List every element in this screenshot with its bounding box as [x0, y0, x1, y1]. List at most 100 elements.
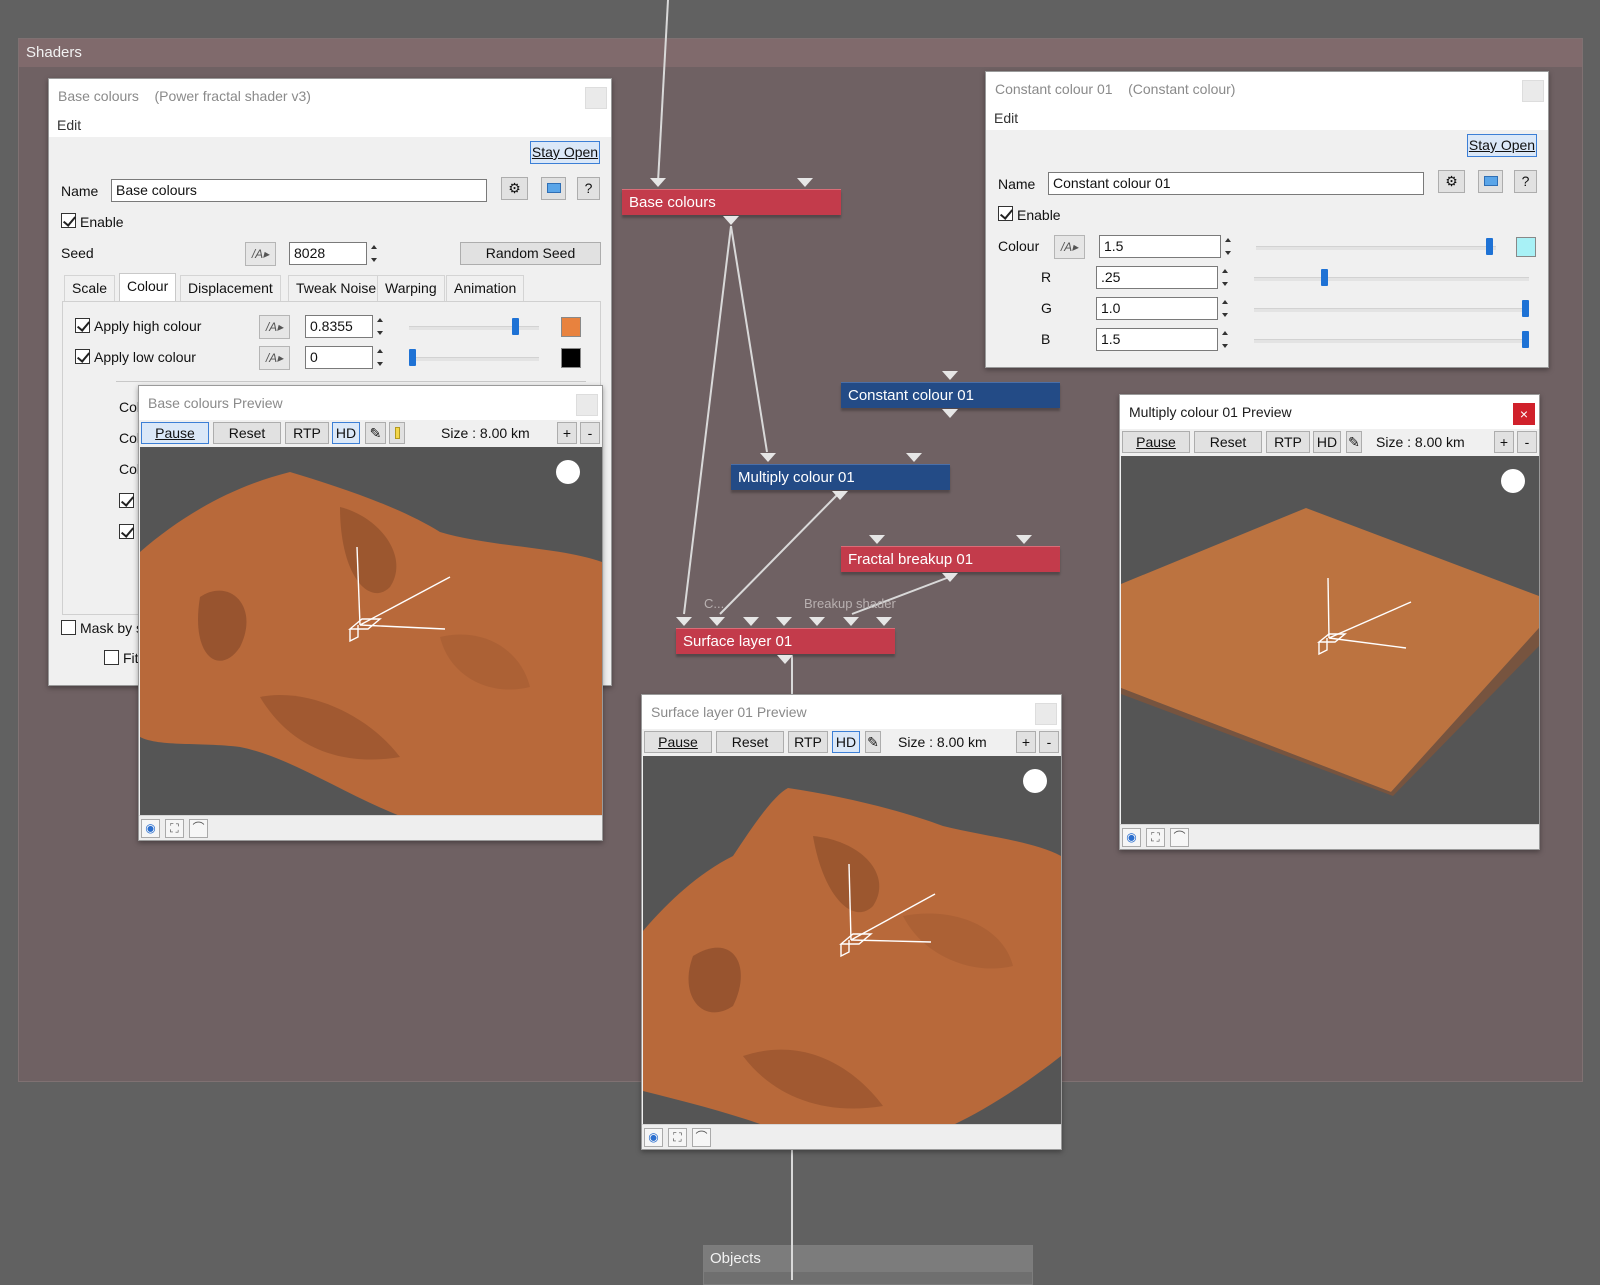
curve-icon[interactable]: ⌒	[189, 819, 208, 838]
fit-checkbox[interactable]	[104, 650, 119, 665]
zoom-out-button[interactable]: -	[1039, 731, 1059, 753]
zoom-out-button[interactable]: -	[1517, 431, 1537, 453]
menu-edit[interactable]: Edit	[994, 110, 1018, 126]
eye-icon[interactable]: ◉	[1122, 828, 1141, 847]
rtp-button[interactable]: RTP	[788, 731, 828, 753]
preview-viewport[interactable]	[643, 756, 1061, 1125]
tab-scale[interactable]: Scale	[64, 275, 116, 301]
rtp-button[interactable]: RTP	[1266, 431, 1310, 453]
node-input-port[interactable]	[809, 617, 825, 626]
high-colour-slider-thumb[interactable]	[511, 318, 519, 335]
function-icon[interactable]: /A▸	[245, 242, 276, 266]
b-field[interactable]: 1.5	[1096, 328, 1218, 351]
colour-slider-thumb[interactable]	[1486, 238, 1493, 255]
b-spinner[interactable]	[1220, 328, 1231, 351]
brush-icon[interactable]: ✎	[1346, 431, 1362, 453]
objects-group-title[interactable]: Objects	[704, 1246, 1032, 1272]
partial-checkbox[interactable]	[119, 524, 134, 539]
apply-high-colour-checkbox[interactable]	[75, 318, 90, 333]
pause-button[interactable]: Pause	[1122, 431, 1190, 453]
tab-warping[interactable]: Warping	[377, 275, 445, 301]
window-title[interactable]: Constant colour 01 (Constant colour)	[986, 72, 1548, 106]
frame-icon[interactable]: ⛶	[165, 819, 184, 838]
frame-icon[interactable]: ⛶	[1146, 828, 1165, 847]
stay-open-button[interactable]: Stay Open	[530, 141, 600, 164]
node-surface-layer[interactable]: Surface layer 01	[676, 628, 895, 654]
colour-field[interactable]: 1.5	[1099, 235, 1221, 258]
mask-by-checkbox[interactable]	[61, 620, 76, 635]
node-output-port[interactable]	[777, 655, 793, 664]
node-base-colours[interactable]: Base colours	[622, 189, 841, 215]
apply-low-colour-checkbox[interactable]	[75, 349, 90, 364]
low-colour-swatch[interactable]	[561, 348, 581, 368]
node-input-port[interactable]	[906, 453, 922, 462]
rtp-button[interactable]: RTP	[285, 422, 329, 444]
zoom-in-button[interactable]: +	[1494, 431, 1514, 453]
node-input-port[interactable]	[676, 617, 692, 626]
low-colour-spinner[interactable]	[375, 346, 386, 369]
reset-button[interactable]: Reset	[1194, 431, 1262, 453]
menu-edit[interactable]: Edit	[57, 117, 81, 133]
preview-viewport[interactable]	[140, 447, 602, 816]
partial-checkbox[interactable]	[119, 493, 134, 508]
stay-open-button[interactable]: Stay Open	[1467, 134, 1537, 157]
g-slider[interactable]	[1254, 308, 1529, 312]
r-slider-thumb[interactable]	[1321, 269, 1328, 286]
seed-spinner[interactable]	[369, 242, 380, 265]
r-spinner[interactable]	[1220, 266, 1231, 289]
curve-icon[interactable]: ⌒	[1170, 828, 1189, 847]
window-title[interactable]: Base colours (Power fractal shader v3)	[49, 79, 611, 113]
zoom-in-button[interactable]: +	[1016, 731, 1036, 753]
name-field[interactable]: Base colours	[111, 179, 487, 202]
node-input-port[interactable]	[709, 617, 725, 626]
node-input-port[interactable]	[760, 453, 776, 462]
gear-icon[interactable]: ⚙	[501, 177, 528, 200]
function-icon[interactable]: /A▸	[259, 346, 290, 370]
node-input-port[interactable]	[869, 535, 885, 544]
b-slider-thumb[interactable]	[1522, 331, 1529, 348]
r-field[interactable]: .25	[1096, 266, 1218, 289]
eye-icon[interactable]: ◉	[644, 1128, 663, 1147]
seed-field[interactable]: 8028	[289, 242, 367, 265]
curve-icon[interactable]: ⌒	[692, 1128, 711, 1147]
low-colour-field[interactable]: 0	[305, 346, 373, 369]
hd-button[interactable]: HD	[1313, 431, 1341, 453]
function-icon[interactable]: /A▸	[259, 315, 290, 339]
random-seed-button[interactable]: Random Seed	[460, 242, 601, 265]
node-input-port[interactable]	[843, 617, 859, 626]
node-output-port[interactable]	[942, 573, 958, 582]
colour-slider[interactable]	[1256, 246, 1496, 250]
close-button[interactable]: ×	[1513, 403, 1535, 425]
hd-button[interactable]: HD	[832, 731, 860, 753]
zoom-in-button[interactable]: +	[557, 422, 577, 444]
node-input-port[interactable]	[942, 371, 958, 380]
close-button[interactable]	[1035, 703, 1057, 725]
node-input-port[interactable]	[650, 178, 666, 187]
low-colour-slider[interactable]	[409, 357, 539, 361]
colour-spinner[interactable]	[1223, 235, 1234, 258]
reset-button[interactable]: Reset	[716, 731, 784, 753]
tab-animation[interactable]: Animation	[446, 275, 525, 301]
brush-icon[interactable]: ✎	[365, 422, 386, 444]
preview-title[interactable]: Surface layer 01 Preview	[642, 695, 1061, 729]
node-output-port[interactable]	[723, 216, 739, 225]
preview-title[interactable]: Base colours Preview	[139, 386, 602, 420]
pause-button[interactable]: Pause	[141, 422, 209, 444]
function-icon[interactable]: /A▸	[1054, 235, 1085, 259]
node-input-port[interactable]	[1016, 535, 1032, 544]
high-colour-field[interactable]: 0.8355	[305, 315, 373, 338]
name-field[interactable]: Constant colour 01	[1048, 172, 1424, 195]
preview-viewport[interactable]	[1121, 456, 1539, 825]
preview-icon[interactable]	[541, 177, 566, 200]
node-output-port[interactable]	[942, 409, 958, 418]
node-output-port[interactable]	[832, 491, 848, 500]
high-colour-spinner[interactable]	[375, 315, 386, 338]
low-colour-slider-thumb[interactable]	[409, 349, 416, 366]
brush-icon[interactable]: ✎	[865, 731, 881, 753]
high-colour-slider[interactable]	[409, 326, 539, 330]
frame-icon[interactable]: ⛶	[668, 1128, 687, 1147]
zoom-out-button[interactable]: -	[580, 422, 600, 444]
node-input-port[interactable]	[743, 617, 759, 626]
preview-icon[interactable]	[1478, 170, 1503, 193]
node-input-port[interactable]	[797, 178, 813, 187]
